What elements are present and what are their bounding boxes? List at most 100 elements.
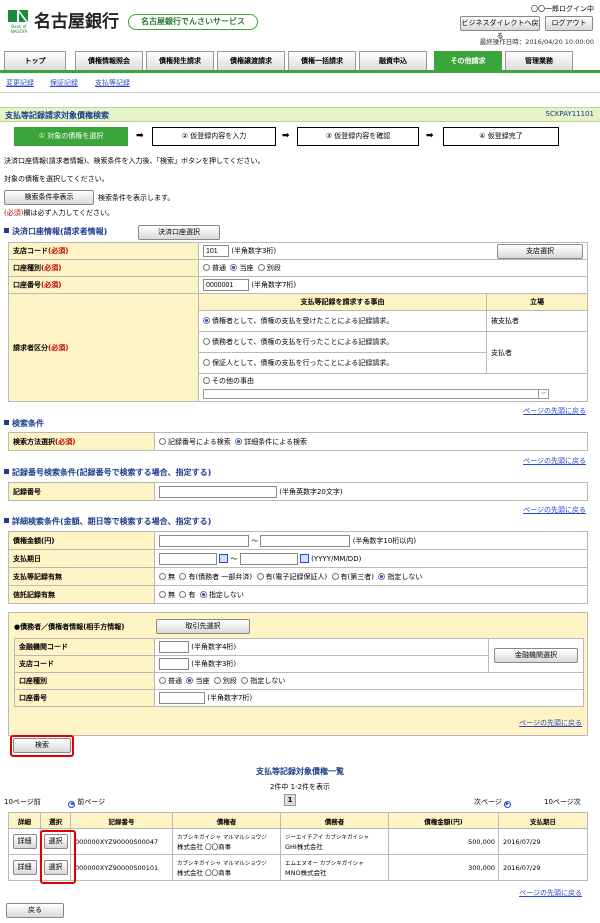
party-number-input[interactable]	[159, 692, 205, 704]
back-to-top-link[interactable]: ページの先頭に戻る	[523, 406, 586, 416]
party-type-radio-ordinary[interactable]	[159, 677, 166, 684]
reason-radio-debtor[interactable]	[203, 338, 210, 345]
prev-10-pages-label: 10ページ前	[4, 798, 41, 806]
party-branch-input[interactable]	[159, 658, 189, 670]
calendar-icon[interactable]	[219, 554, 229, 563]
trust-record-label: 信託記録有無	[8, 585, 155, 604]
party-type-radio-special[interactable]	[213, 677, 221, 684]
settlement-account-select-button[interactable]: 決済口座選択	[138, 225, 220, 240]
account-type-radio-special[interactable]	[257, 264, 265, 271]
screen-id: SCKPAY11101	[545, 110, 594, 118]
account-section-title-text: 決済口座情報(請求者情報)	[12, 227, 108, 236]
payment-record-radio-guarantor[interactable]	[256, 572, 264, 580]
calendar-icon[interactable]	[299, 554, 309, 563]
other-reason-select[interactable]: ⌵	[203, 389, 549, 400]
reason-radio-other[interactable]	[203, 376, 210, 384]
row-detail-button[interactable]: 詳細	[12, 860, 37, 875]
trust-record-radio-none[interactable]	[159, 590, 166, 598]
step-arrow-1: ➡	[136, 131, 144, 141]
range-tilde: ～	[230, 554, 238, 563]
search-method-radio-detail[interactable]	[235, 437, 243, 445]
back-to-top-link[interactable]: ページの先頭に戻る	[523, 505, 586, 515]
results-table: 詳細 選択 記録番号 債権者 債務者 債権金額(円) 支払期日 詳細 選択 00…	[8, 812, 588, 881]
trust-record-radio-yes[interactable]	[179, 590, 187, 598]
record-number-label: 記録番号	[8, 482, 155, 501]
tab-top[interactable]: トップ	[4, 51, 66, 70]
due-date-from-input[interactable]	[159, 552, 217, 565]
toggle-note: 検索条件を表示します。	[98, 194, 175, 202]
requester-type-label-text: 請求者区分	[13, 343, 48, 352]
toggle-search-conditions-button[interactable]: 検索条件非表示	[4, 190, 94, 205]
search-method-radio-record[interactable]	[159, 437, 166, 445]
col-select: 選択	[40, 812, 71, 829]
next-page-label: 次ページ	[474, 798, 502, 806]
step-3-confirm: ③ 仮登録内容を確認	[297, 127, 419, 146]
tab-other-requests[interactable]: その他請求	[434, 51, 502, 70]
account-type-radio-current[interactable]	[230, 264, 238, 271]
debtor-kana: ジーエイチアイ カブシキガイシャ	[285, 834, 369, 841]
trust-record-radio-unspecified[interactable]	[199, 590, 207, 598]
subnav-guarantee-record[interactable]: 保証記録	[50, 78, 78, 88]
tab-claim-generation[interactable]: 債権発生請求	[146, 51, 214, 70]
radio-label: 別段	[222, 677, 237, 685]
partner-select-button[interactable]: 取引先選択	[156, 619, 250, 634]
tab-claim-inquiry[interactable]: 債権情報照会	[75, 51, 143, 70]
creditor-name: 株式会社 〇〇商事	[177, 868, 232, 877]
reason-radio-guarantor[interactable]	[203, 359, 210, 366]
back-to-top-link[interactable]: ページの先頭に戻る	[519, 888, 582, 898]
search-method-cell: 記録番号による検索 詳細条件による検索	[154, 432, 588, 451]
search-method-label-text: 検索方法選択	[13, 437, 55, 446]
tab-bulk-request[interactable]: 債権一括請求	[288, 51, 356, 70]
reason-text: 保証人として、債権の支払を行ったことによる記録請求。	[212, 359, 394, 367]
radio-label: 普通	[212, 264, 226, 272]
amount-to-input[interactable]	[260, 534, 351, 547]
back-to-top-link[interactable]: ページの先頭に戻る	[523, 456, 586, 466]
position-creditor: 被支払者	[486, 310, 588, 332]
fin-code-input[interactable]	[159, 641, 189, 653]
subnav-payment-record[interactable]: 支払等記録	[95, 78, 130, 88]
tab-loan-application[interactable]: 融資申込	[359, 51, 427, 70]
back-button[interactable]: 戻る	[6, 903, 64, 918]
record-number-input[interactable]	[159, 485, 277, 498]
account-type-radio-ordinary[interactable]	[203, 264, 210, 271]
next-page[interactable]: 次ページ ▶	[474, 797, 512, 808]
amount-from-input[interactable]	[159, 534, 249, 547]
party-branch-cell: (半角数字3桁)	[154, 655, 489, 673]
section-bullet-icon	[4, 420, 9, 425]
payment-record-radio-debtor-partial[interactable]	[179, 572, 187, 580]
party-type-radio-unspecified[interactable]	[241, 677, 249, 684]
tab-claim-transfer[interactable]: 債権譲渡請求	[217, 51, 285, 70]
business-direct-button[interactable]: ビジネスダイレクトへ戻る	[460, 16, 540, 40]
creditor-name: 株式会社 〇〇商事	[177, 842, 232, 851]
radio-label: 有(債務者 一部弁済)	[188, 572, 253, 581]
account-number-input[interactable]	[203, 279, 249, 291]
reason-row-other: その他の事由	[198, 373, 588, 388]
record-number-value: 000000XYZ90000S00047	[70, 828, 173, 855]
party-title: ●債務者／債権者情報(相手方情報)	[14, 623, 125, 631]
account-type-label: 口座種別(必須)	[8, 259, 199, 277]
debtor-value: ジーエイチアイ カブシキガイシャ GHI株式会社	[280, 828, 389, 855]
debtor-value: エムエヌオー カブシキガイシャ MNO株式会社	[280, 854, 389, 881]
back-to-top-link[interactable]: ページの先頭に戻る	[519, 718, 582, 728]
payment-record-radio-unspecified[interactable]	[378, 572, 386, 580]
payment-record-radio-none[interactable]	[159, 572, 166, 580]
fin-institution-select-button[interactable]: 金融機関選択	[494, 648, 578, 663]
tab-management[interactable]: 管理業務	[505, 51, 573, 70]
debtor-name: MNO株式会社	[285, 868, 327, 877]
row-detail-button[interactable]: 詳細	[12, 834, 37, 849]
branch-select-button[interactable]: 支店選択	[497, 244, 583, 259]
subnav-change-record[interactable]: 変更記録	[6, 78, 34, 88]
radio-label: 普通	[168, 677, 182, 685]
creditor-kana: カブシキガイシャ マルマルショウジ	[177, 860, 267, 867]
payment-record-radio-third-party[interactable]	[331, 572, 339, 580]
reason-radio-creditor[interactable]	[203, 317, 210, 324]
party-type-radio-current[interactable]	[186, 677, 194, 684]
branch-code-input[interactable]	[203, 245, 229, 257]
search-button[interactable]: 検索	[13, 738, 71, 753]
debtor-kana: エムエヌオー カブシキガイシャ	[285, 860, 364, 867]
due-date-to-input[interactable]	[239, 552, 298, 565]
logout-button[interactable]: ログアウト	[545, 16, 593, 31]
prev-page[interactable]: ◀ 前ページ	[68, 797, 105, 808]
party-branch-hint: (半角数字3桁)	[191, 660, 237, 668]
step-4-complete: ④ 仮登録完了	[443, 127, 559, 146]
